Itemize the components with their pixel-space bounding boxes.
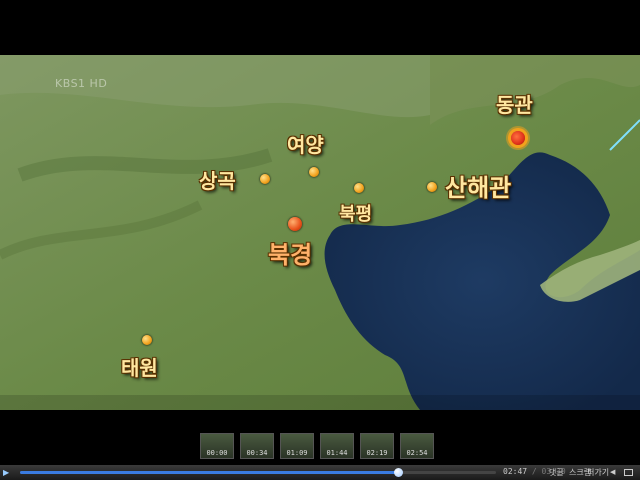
chapter-time: 01:09 [286,449,308,457]
video-frame[interactable]: KBS1 HD 동관 여양 상곡 북평 산해관 북경 태원 [0,55,640,410]
chapter-thumbnail[interactable]: 01:44 [320,433,354,459]
chapter-thumbnail[interactable]: 00:34 [240,433,274,459]
chapter-time: 02:54 [406,449,428,457]
city-label-sanggok: 상곡 [199,169,236,193]
chapter-time: 00:00 [206,449,228,457]
city-marker-bukpyeong [354,183,364,193]
chapter-thumbnail[interactable]: 01:09 [280,433,314,459]
city-label-donggwan: 동관 [496,93,533,117]
city-label-sanhaegwan: 산해관 [445,174,512,202]
broadcaster-watermark: KBS1 HD [55,77,108,90]
city-label-taewon: 태원 [121,356,158,380]
city-marker-sanggok [260,174,270,184]
play-icon[interactable]: ▶ [3,468,13,477]
comment-button[interactable]: 댓글 [549,467,564,478]
chapter-thumbnail[interactable]: 00:00 [200,433,234,459]
volume-icon[interactable]: ◀ [610,469,618,476]
fullscreen-icon[interactable] [624,469,633,476]
city-label-bukpyeong: 북평 [339,204,373,225]
city-marker-donggwan [511,131,525,145]
chapter-time: 02:19 [366,449,388,457]
city-marker-bukgyeong [288,217,302,231]
seek-bar[interactable] [20,468,496,477]
map-background [0,55,640,410]
chapter-thumbnail[interactable]: 02:19 [360,433,394,459]
city-marker-yeoyang [309,167,319,177]
chapter-time: 00:34 [246,449,268,457]
seek-bar-progress [20,471,399,474]
embed-button[interactable]: 퍼가기 [587,467,609,478]
city-label-bukgyeong: 북경 [268,241,313,269]
city-marker-sanhaegwan [427,182,437,192]
seek-bar-handle[interactable] [394,468,404,477]
chapter-time: 01:44 [326,449,348,457]
chapter-thumbnail[interactable]: 02:54 [400,433,434,459]
player-controls: ▶ 02:47 / 03:30 댓글 스크랩 퍼가기 ◀ [0,465,640,480]
current-time: 02:47 [503,467,528,476]
city-label-yeoyang: 여양 [287,133,324,157]
chapter-thumbnails: 00:00 00:34 01:09 01:44 02:19 02:54 [200,433,440,459]
time-separator: / [527,467,542,476]
city-marker-taewon [142,335,152,345]
